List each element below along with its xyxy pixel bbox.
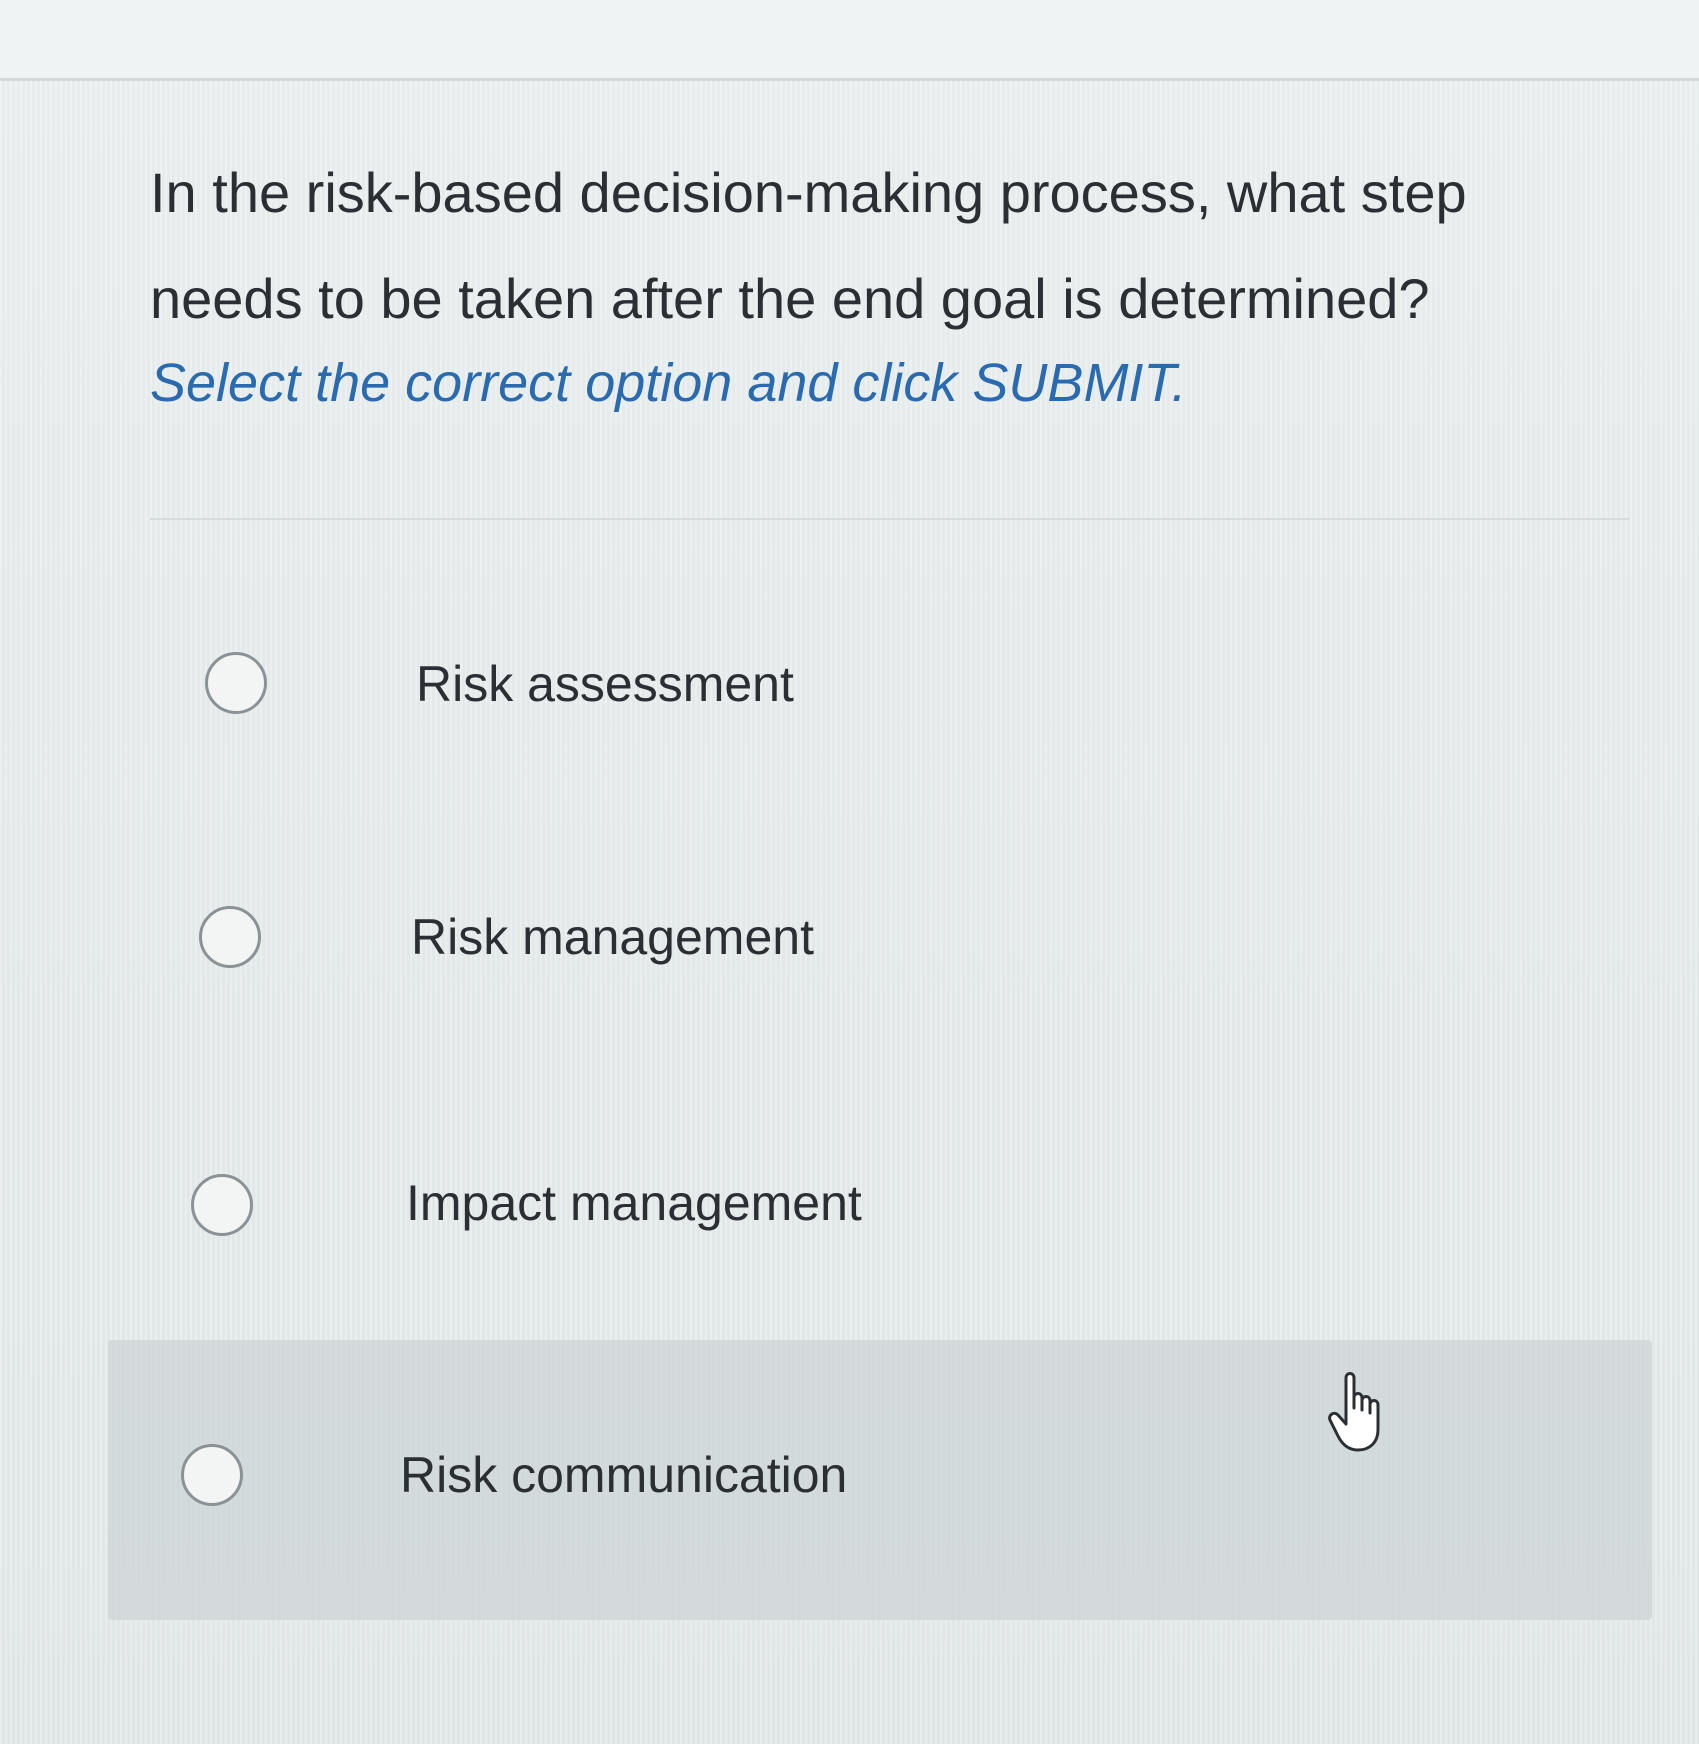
option-impact-management[interactable]: Impact management bbox=[110, 1086, 1650, 1326]
option-risk-assessment[interactable]: Risk assessment bbox=[110, 560, 1650, 800]
question-line-1: In the risk-based decision-making proces… bbox=[150, 161, 1467, 224]
instruction-text: Select the correct option and click SUBM… bbox=[150, 353, 1187, 413]
option-label: Impact management bbox=[406, 1175, 862, 1231]
option-risk-management[interactable]: Risk management bbox=[110, 820, 1650, 1060]
option-label: Risk communication bbox=[400, 1447, 848, 1503]
radio-button[interactable] bbox=[199, 906, 261, 968]
question-text: In the risk-based decision-making proces… bbox=[150, 140, 1550, 352]
divider bbox=[150, 518, 1630, 520]
hand-pointer-icon bbox=[1326, 1368, 1396, 1458]
radio-button[interactable] bbox=[181, 1444, 243, 1506]
option-risk-communication[interactable]: Risk communication bbox=[108, 1340, 1652, 1620]
radio-button[interactable] bbox=[191, 1174, 253, 1236]
option-label: Risk assessment bbox=[416, 656, 794, 712]
option-label: Risk management bbox=[411, 909, 814, 965]
question-line-2: needs to be taken after the end goal is … bbox=[150, 267, 1430, 330]
radio-button[interactable] bbox=[205, 652, 267, 714]
header-bar bbox=[0, 0, 1699, 81]
